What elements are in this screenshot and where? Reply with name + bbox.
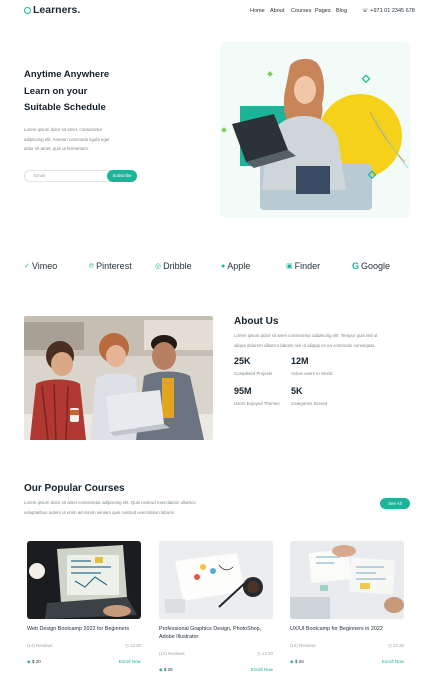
brand-dribble[interactable]: ◎ Dribble	[155, 261, 192, 271]
course-price: ◆ $ 20	[27, 659, 41, 664]
hero-description: Lorem ipsum dolor sit amet, consectetur …	[24, 127, 110, 151]
course-card[interactable]: UX/UI Bootcamp for Beginners in 2022 (14…	[287, 541, 404, 681]
finder-icon: ▣	[286, 263, 293, 270]
course-title[interactable]: UX/UI Bootcamp for Beginners in 2022	[290, 626, 404, 634]
enroll-now-link[interactable]: Enroll Now	[119, 659, 141, 664]
brand-strip: ✓ Vimeo ℗ Pinterest ◎ Dribble ● Apple ▣ Finde…	[0, 255, 436, 277]
brand-vimeo[interactable]: ✓ Vimeo	[24, 261, 57, 271]
course-title[interactable]: Professional Graphics Design, PhotoShop,…	[159, 626, 273, 641]
apple-icon: ●	[221, 262, 226, 270]
course-card[interactable]: Web Design Bootcamp 2022 for Beginners (…	[24, 541, 141, 681]
about-photo	[24, 316, 213, 440]
logo[interactable]: Learners.	[24, 4, 80, 16]
nav-blog[interactable]: Blog	[336, 8, 347, 14]
pinterest-icon: ℗	[89, 262, 95, 270]
phone-icon: ☏	[362, 8, 369, 14]
tag-icon: ◆	[27, 659, 31, 664]
course-duration: ◷ 12:20	[256, 651, 273, 656]
enroll-now-link[interactable]: Enroll Now	[382, 659, 404, 664]
google-icon: G	[352, 261, 360, 271]
course-price: ◆ $ 26	[290, 659, 304, 664]
hero-title: Anytime Anywhere Learn on your Suitable …	[24, 69, 110, 113]
clock-icon: ◷	[387, 643, 392, 648]
course-image	[290, 541, 404, 619]
stat-value: 12M	[291, 356, 309, 366]
course-price: ◆ $ 26	[159, 667, 173, 672]
stat-value: 25K	[234, 356, 251, 366]
clock-icon: ◷	[256, 651, 261, 656]
course-image	[159, 541, 273, 619]
stat-label: Completed Projects	[234, 371, 273, 376]
course-title[interactable]: Web Design Bootcamp 2022 for Beginners	[27, 626, 141, 634]
brand-apple[interactable]: ● Apple	[221, 261, 250, 271]
email-placeholder: Email	[34, 173, 46, 178]
nav-courses[interactable]: Courses	[291, 8, 311, 14]
nav-pages[interactable]: Pages	[315, 8, 331, 14]
nav-home[interactable]: Home	[250, 8, 265, 14]
courses-title: Our Popular Courses	[24, 483, 125, 494]
course-reviews: (14) Reviews	[290, 643, 316, 648]
nav-phone[interactable]: ☏ +971 01 2345 678	[362, 8, 415, 14]
stat-label: Users Enjoyed Themes	[234, 401, 280, 406]
course-reviews: (14) Reviews	[27, 643, 53, 648]
course-duration: ◷ 12:20	[124, 643, 141, 648]
dribble-icon: ◎	[155, 263, 162, 270]
tag-icon: ◆	[290, 659, 294, 664]
courses-description: Lorem ipsum dolor sit amet consectetur a…	[24, 500, 196, 515]
brand-google[interactable]: G Google	[352, 261, 390, 271]
see-all-button[interactable]: See All	[380, 498, 410, 509]
brand-pinterest[interactable]: ℗ Pinterest	[89, 261, 132, 271]
subscribe-button[interactable]: Subscribe	[107, 170, 137, 182]
tag-icon: ◆	[159, 667, 163, 672]
stat-value: 5K	[291, 386, 303, 396]
enroll-now-link[interactable]: Enroll Now	[251, 667, 273, 672]
vimeo-icon: ✓	[24, 263, 30, 270]
nav-about[interactable]: About	[270, 8, 284, 14]
about-description: Lorem ipsum dolor sit amet consectetur a…	[234, 333, 378, 348]
logo-icon	[24, 6, 31, 14]
stat-label: Active users In World	[291, 371, 333, 376]
about-title: About Us	[234, 316, 279, 327]
course-image	[27, 541, 141, 619]
course-reviews: (12) Reviews	[159, 651, 185, 656]
hero-illustration	[220, 42, 410, 218]
course-duration: ◷ 12:20	[387, 643, 404, 648]
clock-icon: ◷	[124, 643, 129, 648]
stat-value: 95M	[234, 386, 252, 396]
brand-finder[interactable]: ▣ Finder	[286, 261, 320, 271]
stat-label: Categories Served	[291, 401, 328, 406]
course-card[interactable]: Professional Graphics Design, PhotoShop,…	[156, 541, 273, 681]
